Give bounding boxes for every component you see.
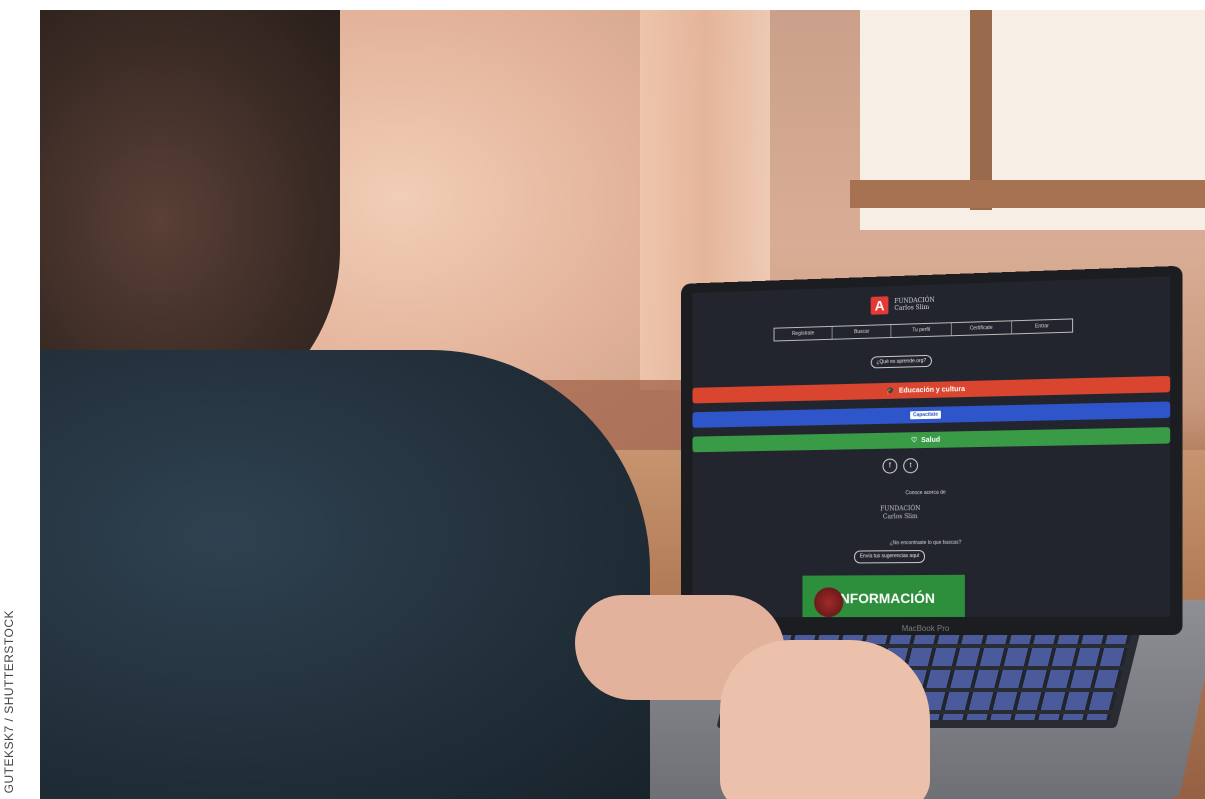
logo-a-icon: A: [870, 296, 889, 315]
foundation-line2: Carlos Slim: [882, 513, 918, 521]
education-band[interactable]: 🎓 Educación y cultura: [692, 375, 1171, 404]
health-label: Salud: [921, 436, 941, 444]
laptop-screen-frame: A FUNDACIÓN Carlos Slim Regístrate Busca…: [681, 265, 1183, 636]
capacitate-logo: Capacítate: [909, 410, 942, 420]
nav-login[interactable]: Entrar: [1012, 319, 1072, 333]
heart-icon: ♡: [910, 437, 918, 445]
graduation-cap-icon: 🎓: [886, 387, 895, 395]
nav-profile[interactable]: Tu perfil: [891, 323, 952, 338]
facebook-icon[interactable]: f: [882, 458, 898, 474]
person: [40, 10, 650, 799]
window-sill: [850, 180, 1205, 208]
twitter-icon[interactable]: t: [903, 458, 919, 474]
site-nav: Regístrate Buscar Tu perfil Certifícate …: [773, 318, 1074, 342]
nav-search[interactable]: Buscar: [832, 325, 892, 339]
capacitate-band[interactable]: Capacítate: [692, 401, 1171, 428]
logo-line2: Carlos Slim: [894, 303, 930, 313]
nav-register[interactable]: Regístrate: [774, 326, 833, 341]
right-hand: [720, 640, 930, 799]
photo-credit: GUTEKSK7 / SHUTTERSTOCK: [2, 609, 16, 793]
info-banner-label: INFORMACIÓN: [836, 589, 935, 606]
what-is-button[interactable]: ¿Qué es aprende.org?: [870, 354, 932, 369]
virus-icon: [814, 587, 844, 618]
education-label: Educación y cultura: [898, 385, 965, 395]
person-body: [40, 350, 650, 799]
not-found-text: ¿No encontraste lo que buscas?: [889, 539, 962, 547]
suggest-button[interactable]: Envía tus sugerencias aquí: [854, 550, 926, 564]
info-banner[interactable]: INFORMACIÓN: [802, 574, 965, 618]
know-more-text: Conoce acerca de: [905, 489, 946, 497]
social-links: f t: [871, 458, 930, 477]
laptop-screen: A FUNDACIÓN Carlos Slim Regístrate Busca…: [692, 276, 1171, 618]
nav-certify[interactable]: Certifícate: [951, 321, 1012, 336]
site-logo[interactable]: A FUNDACIÓN Carlos Slim: [870, 292, 960, 317]
foundation-logo[interactable]: FUNDACIÓN Carlos Slim: [866, 505, 935, 522]
health-band[interactable]: ♡ Salud: [692, 427, 1171, 453]
photo-scene: A FUNDACIÓN Carlos Slim Regístrate Busca…: [40, 10, 1205, 799]
